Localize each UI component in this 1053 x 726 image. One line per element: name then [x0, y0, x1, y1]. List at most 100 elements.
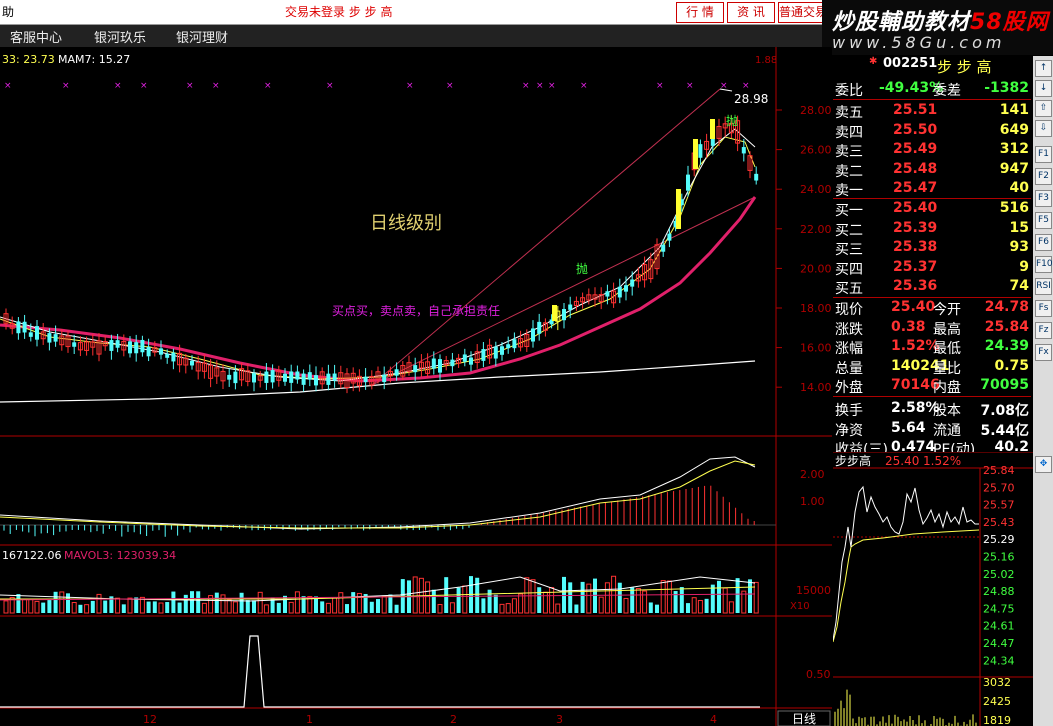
- toolbar-button[interactable]: Fx: [1035, 344, 1052, 361]
- bid-price: 25.40: [893, 200, 938, 216]
- kline-chart-area[interactable]: 33: 23.73 MAM7: 15.27 1.88 28.00 26.00 24.…: [0, 47, 832, 726]
- toolbar-arrow-icon[interactable]: ↓: [1035, 80, 1052, 97]
- signal-marker: ×: [656, 81, 664, 91]
- bid-volume: 516: [999, 200, 1029, 216]
- stat-label: 外盘: [835, 380, 863, 397]
- toolbar-button[interactable]: F2: [1035, 168, 1052, 185]
- highlight-candle: [693, 139, 698, 169]
- ask-price: 25.51: [893, 102, 938, 118]
- volume-bar: [376, 599, 380, 613]
- volume-bar: [252, 600, 256, 613]
- watermark-site: www.58Gu.com: [832, 33, 1006, 52]
- volume-bar: [283, 595, 287, 613]
- watermark: 炒股輔助教材58股网 www.58Gu.com: [822, 0, 1053, 55]
- stat-row[interactable]: 总量 140241 量比 0.75: [833, 358, 1031, 377]
- toolbar-arrow-icon[interactable]: ↑: [1035, 60, 1052, 77]
- stat-value: 5.44亿: [980, 422, 1029, 439]
- market-button[interactable]: 行 情: [676, 2, 724, 23]
- menu-bar: 客服中心 银河玖乐 银河理财: [0, 25, 830, 48]
- toolbar-button[interactable]: F6: [1035, 234, 1052, 251]
- signal-marker: ×: [62, 81, 70, 91]
- price-label: 14.00: [800, 381, 832, 394]
- weicha-value: -1382: [984, 80, 1029, 96]
- stat-row[interactable]: 涨幅 1.52% 最低 24.39: [833, 338, 1031, 357]
- stat-value: 25.40: [891, 299, 936, 315]
- bid-price: 25.39: [893, 219, 938, 236]
- ask-row[interactable]: 卖四 25.50 649: [833, 122, 1031, 141]
- toolbar-button[interactable]: F1: [1035, 146, 1052, 163]
- stat-value: 0.38: [891, 318, 926, 335]
- stat-label: 涨跌: [835, 321, 863, 338]
- ask-row[interactable]: 卖五 25.51 141: [833, 102, 1031, 121]
- bid-volume: 15: [1009, 219, 1029, 236]
- volume-bar: [475, 577, 480, 613]
- bid-row[interactable]: 买一 25.40 516: [833, 200, 1031, 219]
- news-button[interactable]: 资 讯: [727, 2, 775, 23]
- signal-marker: ×: [686, 81, 694, 91]
- toolbar-button[interactable]: Fs: [1035, 300, 1052, 317]
- toolbar-button[interactable]: F3: [1035, 190, 1052, 207]
- toolbar-arrow-icon[interactable]: ⇧: [1035, 100, 1052, 117]
- stat-row[interactable]: 现价 25.40 今开 24.78: [833, 299, 1031, 318]
- move-icon[interactable]: ✥: [1035, 456, 1052, 473]
- menu-yinhe-jiule[interactable]: 银河玖乐: [94, 27, 146, 46]
- menu-yinhe-licai[interactable]: 银河理财: [176, 27, 228, 46]
- sell-tag-1: 抛: [576, 261, 588, 276]
- trade-button[interactable]: 普通交易: [778, 2, 826, 23]
- stat-value: 24.78: [984, 299, 1029, 315]
- toolbar-button[interactable]: RSI: [1035, 278, 1052, 295]
- stat-label: 今开: [933, 302, 961, 318]
- stat-row[interactable]: 外盘 70146 内盘 70095: [833, 377, 1031, 396]
- x-label-2: 2: [450, 713, 457, 726]
- volume-bar: [431, 589, 436, 613]
- macd-label-1: 1.00: [800, 495, 825, 508]
- volume-bar: [171, 591, 176, 613]
- volume-bar: [394, 604, 399, 613]
- login-status-title: 交易未登录 步 步 高: [285, 5, 393, 19]
- mini-price-label: 25.43: [983, 516, 1015, 529]
- mini-title: 步步高: [835, 453, 871, 468]
- bid-label: 买二: [835, 222, 863, 239]
- stat-value: 5.64: [891, 419, 926, 436]
- bid-row[interactable]: 买四 25.37 9: [833, 259, 1031, 278]
- toolbar-button[interactable]: Fz: [1035, 322, 1052, 339]
- sell-tag-2: 抛: [726, 113, 738, 128]
- stock-header: ✱ 002251 步 步 高: [833, 56, 1031, 76]
- bid-row[interactable]: 买五 25.36 74: [833, 278, 1031, 297]
- volume-bar: [53, 591, 58, 613]
- ask-price: 25.48: [893, 160, 938, 177]
- stat-row[interactable]: 涨跌 0.38 最高 25.84: [833, 319, 1031, 338]
- ask-label: 卖四: [835, 124, 863, 141]
- ask-label: 卖五: [835, 105, 863, 121]
- ask-label: 卖二: [835, 163, 863, 180]
- bid-label: 买四: [835, 261, 863, 278]
- price-label: 24.00: [800, 183, 832, 196]
- quote-panel: ✱ 002251 步 步 高 委比 -49.43% 委差 -1382 卖五 25.…: [833, 56, 1031, 458]
- bid-volume: 93: [1009, 239, 1029, 256]
- weicha-label: 委差: [933, 83, 961, 99]
- ask-row[interactable]: 卖一 25.47 40: [833, 180, 1031, 199]
- volume-bar: [196, 591, 201, 613]
- menu-service-center[interactable]: 客服中心: [10, 27, 62, 46]
- volume-bar: [717, 580, 721, 613]
- bid-row[interactable]: 买三 25.38 93: [833, 239, 1031, 258]
- volume-bar: [66, 593, 70, 613]
- ask-price: 25.50: [893, 121, 938, 138]
- stat-label: 最高: [933, 321, 961, 338]
- intraday-mini-chart[interactable]: 步步高 25.40 1.52% 25.84 25.70 25.57 25.43 25.2…: [833, 452, 1033, 726]
- stat-row[interactable]: 净资 5.64 流通 5.44亿: [833, 420, 1031, 439]
- bid-row[interactable]: 买二 25.39 15: [833, 220, 1031, 239]
- mini-pct: 1.52%: [923, 454, 961, 468]
- bid-price: 25.37: [893, 258, 938, 275]
- volume-bar: [481, 598, 486, 613]
- toolbar-arrow-icon[interactable]: ⇩: [1035, 120, 1052, 137]
- volume-legend: MAVOL3: 123039.34: [64, 549, 176, 562]
- ask-row[interactable]: 卖二 25.48 947: [833, 161, 1031, 180]
- toolbar-button[interactable]: F5: [1035, 212, 1052, 229]
- mini-price-label: 24.88: [983, 585, 1015, 598]
- toolbar-button[interactable]: F10: [1035, 256, 1053, 273]
- volume-bar: [710, 584, 715, 613]
- volume-bar: [103, 600, 108, 613]
- ask-row[interactable]: 卖三 25.49 312: [833, 141, 1031, 160]
- stat-row[interactable]: 换手 2.58% 股本 7.08亿: [833, 400, 1031, 419]
